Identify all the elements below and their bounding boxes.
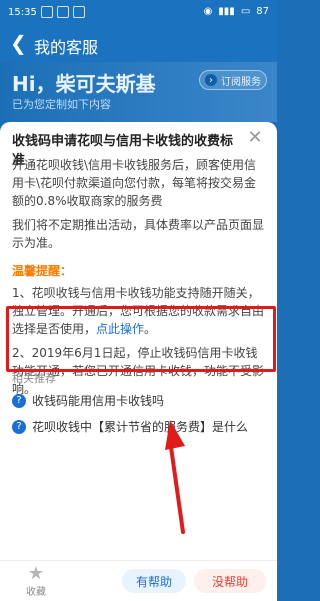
close-icon[interactable]: ✕ [245,128,265,148]
helpful-button[interactable]: 有帮助 [122,569,186,593]
page-title: 我的客服 [34,38,99,57]
notification-icon [40,6,53,18]
paragraph-2: 我们将不定期推出活动，具体费率以产品页面显示为准。 [12,218,265,250]
related-item-label: 花呗收钱中【累计节省的服务费】是什么 [32,420,249,434]
back-icon[interactable]: ❮ [10,33,27,53]
greeting-name: Hi，柴可夫斯基 [12,72,156,96]
status-bar: 15:35 ◉ ▮▮▮ ▭ 87 [0,0,277,24]
hero-banner: Hi，柴可夫斯基 已为您定制如下内容 › 订阅服务 [0,62,277,122]
battery-icon: ▭ [240,6,251,17]
chevron-right-icon: › [205,74,217,86]
star-icon: ★ [27,563,45,584]
clock: 15:35 [8,6,37,18]
question-icon: ? [12,419,26,434]
collect-label: 收藏 [26,587,46,598]
paragraph-1: 开通花呗收钱\信用卡收钱服务后，顾客使用信用卡\花呗付款渠道向您付款，每笔将按交… [12,158,257,208]
tips-title: 温馨提醒： [12,264,73,278]
not-helpful-button[interactable]: 没帮助 [194,569,266,593]
greeting-subtitle: 已为您定制如下内容 [12,98,111,111]
related-item[interactable]: ? 收钱码能用信用卡收钱吗 [12,392,164,409]
answer-card: 收钱码申请花呗与信用卡收钱的收费标准 ✕ 开通花呗收钱\信用卡收钱服务后，顾客使… [0,122,277,600]
question-icon: ? [12,393,26,408]
card-content: 开通花呗收钱\信用卡收钱服务后，顾客使用信用卡\花呗付款渠道向您付款，每笔将按交… [12,156,265,404]
app-icon [72,6,85,18]
operate-link[interactable]: 点此操作 [96,322,144,336]
related-title: 相关推荐 [12,372,56,385]
tip-1-end: 。 [144,322,157,336]
collect-button[interactable]: ★ 收藏 [16,563,56,599]
subscribe-button[interactable]: › 订阅服务 [199,70,267,90]
status-right: ◉ ▮▮▮ ▭ 87 [204,6,269,17]
bottom-bar: ★ 收藏 有帮助 没帮助 [0,560,277,601]
subscribe-label: 订阅服务 [221,76,261,88]
related-item-label: 收钱码能用信用卡收钱吗 [32,394,165,408]
red-arrow [165,420,185,534]
message-icon [56,6,69,18]
title-bar: ❮ 我的客服 [0,24,277,62]
status-left: 15:35 [8,6,85,18]
wifi-icon: ◉ [203,6,213,17]
tip-1: 1、花呗收钱与信用卡收钱功能支持随开随关，独立管理。开通后，您可根据您的收款需求… [12,284,265,338]
battery-level: 87 [256,6,269,17]
signal-icon: ▮▮▮ [218,6,235,17]
